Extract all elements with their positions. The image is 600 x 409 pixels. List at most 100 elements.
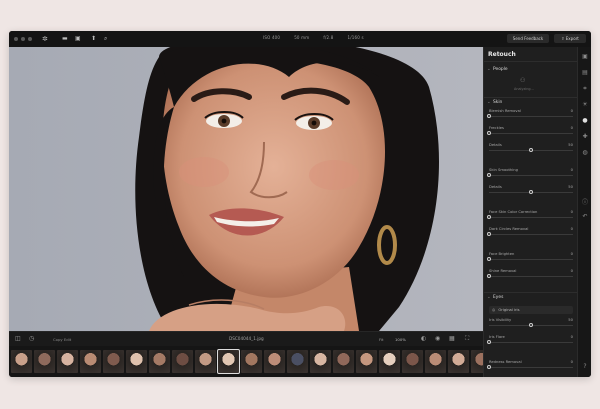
section-eyes-title: Eyes [493,295,504,300]
slider-track[interactable] [489,175,573,176]
eye-icon[interactable]: ◉ [435,335,440,342]
slider-label: Face Brighten [489,252,515,256]
portrait-photo [9,47,483,331]
local-adjust-icon[interactable]: ◍ [581,149,589,156]
window-controls[interactable] [14,37,32,41]
slider-value: 0 [570,252,573,256]
filmstrip[interactable] [9,346,492,377]
compare-icon[interactable]: ◫ [15,335,21,342]
minimize-dot[interactable] [21,37,25,41]
layers-icon[interactable]: ▤ [581,69,589,76]
slider-track[interactable] [489,276,573,277]
slider-label: Iris Visibility [489,318,512,322]
heal-icon[interactable]: ✚ [581,133,589,140]
slider-label: Blemish Removal [489,109,521,113]
undo-icon[interactable]: ↶ [581,213,589,220]
section-people[interactable]: ⌄ People [487,67,508,72]
retouch-panel: Retouch ⌄ People ⚇ Analyzing... ⌄ Skin Ble… [483,47,578,377]
info-icon[interactable]: ⓘ [581,197,589,206]
slider-label: Iris Flare [489,335,505,339]
filmstrip-thumbnail[interactable] [241,350,262,373]
filmstrip-thumbnail[interactable] [402,350,423,373]
slider-handle[interactable] [487,274,491,278]
section-eyes[interactable]: ⌄ Eyes [487,295,503,300]
filmstrip-thumbnail[interactable] [333,350,354,373]
sparkle-icon[interactable]: ✲ [42,34,48,44]
slider-label: Dark Circles Removal [489,227,529,231]
slider-track[interactable] [489,133,573,134]
filmstrip-thumbnail[interactable] [310,350,331,373]
filmstrip-thumbnail[interactable] [57,350,78,373]
slider-label: Details [489,185,502,189]
slider-track[interactable] [489,116,573,117]
slider-label: Details [489,143,502,147]
filmstrip-thumbnail[interactable] [126,350,147,373]
filmstrip-thumbnail[interactable] [34,350,55,373]
presets-icon[interactable]: ▣ [581,53,589,60]
folder-icon[interactable]: ▬ [62,34,68,44]
image-icon[interactable]: ▣ [75,34,81,44]
filmstrip-thumbnail[interactable] [217,349,240,374]
slider-value: 0 [570,168,573,172]
slider-handle[interactable] [529,148,533,152]
history-icon[interactable]: ◷ [29,335,34,342]
slider-value: 0 [570,126,573,130]
light-icon[interactable]: ☀ [581,101,589,108]
crop-icon[interactable]: ⌗ [581,85,589,93]
fit-button[interactable]: Fit [379,337,383,342]
filmstrip-thumbnail[interactable] [103,350,124,373]
slider-handle[interactable] [529,190,533,194]
app-window: ✲ ▬ ▣ ⬆ ⌕ ISO 400 50 mm f/2.8 1/160 s Se… [9,31,591,377]
filmstrip-thumbnail[interactable] [379,350,400,373]
slider-track[interactable] [489,259,573,260]
help-icon[interactable]: ? [581,363,589,370]
filmstrip-thumbnail[interactable] [425,350,446,373]
filmstrip-thumbnail[interactable] [149,350,170,373]
slider-handle[interactable] [487,114,491,118]
slider-label: Skin Smoothing [489,168,518,172]
export-button[interactable]: ⇪ Export [554,34,586,43]
slider-value: 50 [568,143,573,147]
file-name: DSC04044_1.jpg [229,336,264,341]
iris-select[interactable]: ◎ Original iris [489,306,573,314]
section-people-title: People [493,67,508,72]
slider-track[interactable] [489,342,573,343]
slider-handle[interactable] [487,232,491,236]
close-dot[interactable] [14,37,18,41]
filmstrip-thumbnail[interactable] [287,350,308,373]
copy-edit-button[interactable]: Copy Edit [53,337,71,342]
zoom-select[interactable]: 100% [395,337,406,342]
filmstrip-thumbnail[interactable] [264,350,285,373]
slider-track[interactable] [489,217,573,218]
bottom-toolbar: ◫ ◷ Copy Edit DSC04044_1.jpg Fit 100% ◐ … [9,331,483,347]
filmstrip-thumbnail[interactable] [11,350,32,373]
iris-select-value: Original iris [498,308,520,312]
slider-handle[interactable] [487,340,491,344]
upload-icon[interactable]: ⬆ [91,34,96,44]
section-skin[interactable]: ⌄ Skin [487,100,502,105]
slider-handle[interactable] [487,173,491,177]
filmstrip-thumbnail[interactable] [448,350,469,373]
exif-info: ISO 400 50 mm f/2.8 1/160 s [263,35,364,40]
slider-track[interactable] [489,367,573,368]
filmstrip-thumbnail[interactable] [80,350,101,373]
section-skin-title: Skin [493,100,503,105]
split-view-icon[interactable]: ◐ [421,335,426,342]
slider-handle[interactable] [529,323,533,327]
portrait-icon[interactable]: ● [581,117,589,124]
slider-track[interactable] [489,234,573,235]
fullscreen-icon[interactable]: ⛶ [465,335,469,343]
slider-handle[interactable] [487,215,491,219]
slider-handle[interactable] [487,365,491,369]
filmstrip-thumbnail[interactable] [356,350,377,373]
send-feedback-button[interactable]: Send Feedback [507,34,549,43]
filmstrip-thumbnail[interactable] [172,350,193,373]
slider-handle[interactable] [487,131,491,135]
search-icon[interactable]: ⌕ [104,34,107,44]
slider-handle[interactable] [487,257,491,261]
photo-canvas[interactable] [9,47,483,331]
filmstrip-thumbnail[interactable] [195,350,216,373]
export-label: Export [565,36,579,41]
grid-icon[interactable]: ▦ [449,335,455,342]
maximize-dot[interactable] [28,37,32,41]
